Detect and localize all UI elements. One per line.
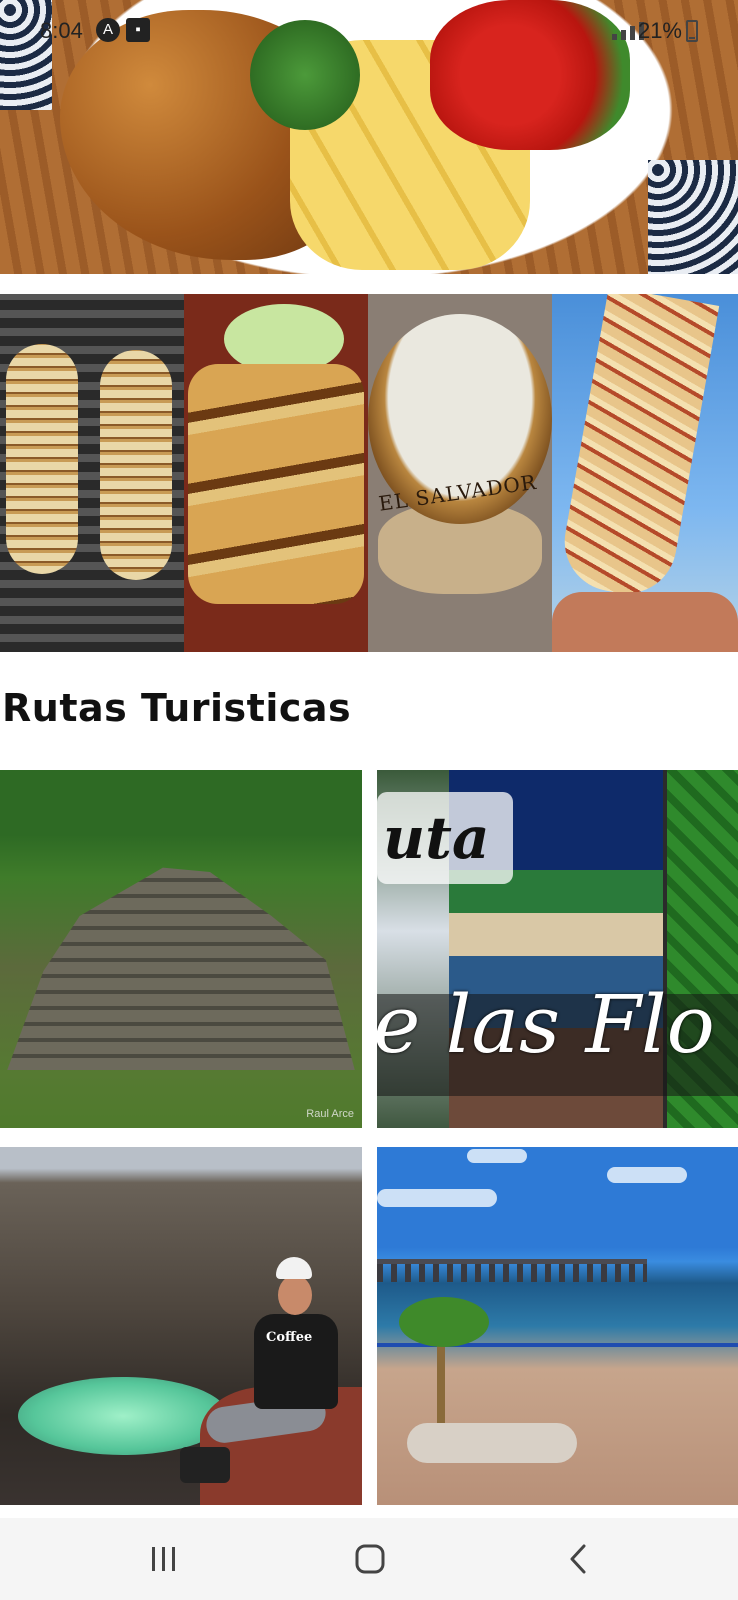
cloud xyxy=(467,1149,527,1163)
a-circle-icon: A xyxy=(96,18,120,42)
hand xyxy=(552,592,738,652)
recents-icon xyxy=(152,1547,175,1571)
home-button[interactable] xyxy=(340,1534,400,1584)
corn-cob xyxy=(100,350,172,580)
food-gallery: EL SALVADOR xyxy=(0,294,738,652)
corn-cob xyxy=(6,344,78,574)
route-title-part1: uta xyxy=(377,792,513,884)
palm-leaves xyxy=(399,1297,489,1347)
cloud xyxy=(377,1189,497,1207)
photo-credit: Raul Arce xyxy=(306,1108,354,1120)
cloud xyxy=(607,1167,687,1183)
route-tile-ruinas[interactable]: Raul Arce xyxy=(0,770,362,1128)
food-tile-elote-loco[interactable] xyxy=(552,294,738,652)
pier xyxy=(377,1259,647,1282)
photo-icon: ▪ xyxy=(126,18,150,42)
recents-button[interactable] xyxy=(134,1534,194,1584)
battery-percent: 21% xyxy=(637,18,682,43)
planter xyxy=(407,1423,577,1463)
route-tile-volcan[interactable]: Coffee xyxy=(0,1147,362,1505)
food-tile-elote-asado[interactable] xyxy=(0,294,184,652)
back-icon xyxy=(570,1544,586,1574)
person-cap xyxy=(276,1257,312,1279)
status-bar: 8:04 A ▪ 21% xyxy=(0,0,738,60)
route-title-part2: e las Flo xyxy=(377,978,715,1071)
food-tile-tortillas[interactable] xyxy=(184,294,368,652)
back-button[interactable] xyxy=(548,1534,608,1584)
food-tile-atole[interactable]: EL SALVADOR xyxy=(368,294,552,652)
battery-icon xyxy=(686,20,698,42)
tortilla-stack xyxy=(188,364,364,604)
route-tile-playa[interactable] xyxy=(377,1147,738,1505)
elote-on-stick xyxy=(556,294,720,602)
home-icon xyxy=(355,1544,385,1574)
system-nav-bar xyxy=(0,1518,738,1600)
person-face xyxy=(278,1275,312,1315)
status-time: 8:04 xyxy=(40,18,83,43)
section-title: Rutas Turisticas xyxy=(2,686,352,730)
shirt-text: Coffee xyxy=(266,1330,313,1345)
route-tile-ruta-de-las-flores[interactable]: uta e las Flo xyxy=(377,770,738,1128)
person-shoes xyxy=(180,1447,230,1483)
person-shirt xyxy=(254,1314,338,1409)
pyramid-ruins xyxy=(7,867,355,1070)
crater-lake xyxy=(18,1377,228,1455)
tablecloth-pattern xyxy=(648,160,738,274)
